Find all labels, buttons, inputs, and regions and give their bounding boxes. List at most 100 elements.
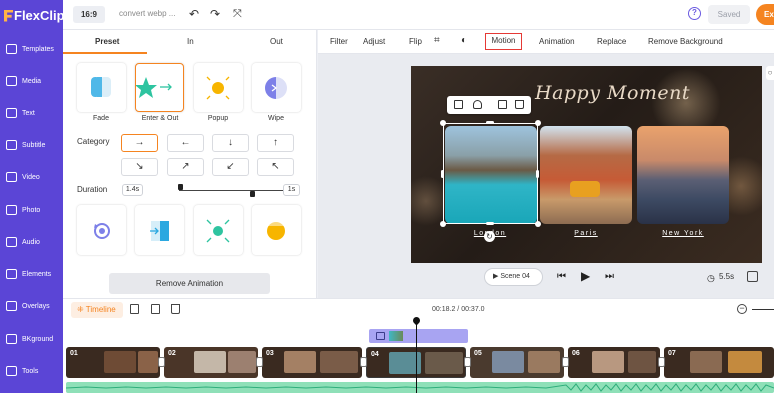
photo-paris[interactable] [540,126,632,224]
replace-button[interactable]: Replace [597,37,626,46]
timeline-clip[interactable]: 01 [66,347,160,378]
resize-handle-right[interactable] [536,170,539,178]
overlay-track-clip[interactable] [369,329,468,343]
animation-card-rotate[interactable] [77,205,126,255]
caption-paris[interactable]: Paris [540,230,632,237]
timeline-clip[interactable]: 06 [568,347,660,378]
rotate-handle-icon[interactable]: ↻ [484,231,495,242]
timeline-clip[interactable]: 05 [470,347,564,378]
crop-icon[interactable]: ⌗ [434,35,440,46]
saved-button[interactable]: Saved [708,5,750,24]
sidebar-item-photo[interactable]: Photo [0,196,63,224]
animation-card-popup[interactable] [194,63,243,112]
animation-button[interactable]: Animation [539,37,575,46]
animation-card-slide-in[interactable] [135,205,184,255]
previous-icon[interactable]: ⏮ [557,272,566,282]
direction-down-button[interactable]: ↓ [212,134,249,152]
photo-new-york[interactable] [637,126,729,224]
sidebar-item-text[interactable]: Text [0,99,63,127]
play-icon[interactable]: ▶ [581,270,590,282]
remove-animation-button[interactable]: Remove Animation [109,273,270,294]
export-button[interactable]: Ex [756,4,774,25]
direction-right-button[interactable]: → [121,134,158,152]
animation-card-expand[interactable] [194,205,243,255]
transition-marker[interactable] [158,357,165,367]
direction-down-right-button[interactable]: ↘ [121,158,158,176]
tab-out[interactable]: Out [270,37,283,46]
duration-end-handle[interactable] [250,191,255,197]
direction-left-button[interactable]: ← [167,134,204,152]
duration-start-handle[interactable] [178,184,183,190]
flip-button[interactable]: Flip [409,37,422,46]
duplicate-icon[interactable] [498,100,507,109]
timeline-clip[interactable]: 07 [664,347,774,378]
help-icon[interactable]: ? [688,7,701,20]
audio-track[interactable] [66,382,774,393]
copy-icon[interactable] [151,304,160,314]
sidebar-item-audio[interactable]: Audio [0,228,63,256]
transition-marker[interactable] [464,357,471,367]
align-icon[interactable] [454,100,463,109]
zoom-out-icon[interactable]: − [737,304,747,314]
project-name[interactable]: convert webp ... [119,9,175,18]
logo[interactable]: FlexClip [4,8,65,23]
aspect-ratio-button[interactable]: 16:9 [73,6,105,23]
timeline-button[interactable]: ⁜ Timeline [71,302,123,318]
trash-icon[interactable] [171,304,180,314]
sidebar-item-media[interactable]: Media [0,67,63,95]
tab-preset[interactable]: Preset [95,37,119,46]
delete-icon[interactable] [515,100,524,109]
remove-background-button[interactable]: Remove Background [648,37,723,46]
layers-icon[interactable] [473,100,482,109]
direction-down-left-button[interactable]: ↙ [212,158,249,176]
duration-slider-track[interactable] [179,190,288,191]
resize-handle-top[interactable] [486,121,494,124]
resize-handle-bottom[interactable] [486,222,494,225]
animation-card-drop[interactable] [252,205,301,255]
fullscreen-icon[interactable] [747,271,758,282]
filter-button[interactable]: Filter [330,37,348,46]
animation-card-enter-out[interactable] [135,63,184,112]
resize-handle-bottom-right[interactable] [535,221,541,227]
adjust-button[interactable]: Adjust [363,37,385,46]
animation-card-wipe[interactable] [252,63,301,112]
resize-handle-left[interactable] [441,170,444,178]
transition-marker[interactable] [360,357,367,367]
animation-card-fade[interactable] [77,63,126,112]
motion-button[interactable]: Motion [485,33,522,50]
timeline-clip[interactable]: 03 [262,347,362,378]
scene-duration[interactable]: 5.5s [719,272,734,281]
transition-marker[interactable] [256,357,263,367]
direction-up-left-button[interactable]: ↖ [257,158,294,176]
sidebar-item-bkground[interactable]: BKground [0,325,63,353]
caption-new-york[interactable]: New York [637,230,729,237]
fit-screen-icon[interactable]: ⤧ [233,7,242,21]
sidebar-item-overlays[interactable]: Overlays [0,292,63,320]
sidebar-item-video[interactable]: Video [0,163,63,191]
sidebar-item-tools[interactable]: Tools [0,357,63,385]
tab-in[interactable]: In [187,37,194,46]
zoom-slider[interactable] [752,309,774,310]
redo-icon[interactable]: ↷ [210,7,220,21]
sidebar-item-subtitle[interactable]: Subtitle [0,131,63,159]
playhead[interactable] [416,320,418,393]
video-title-text[interactable]: Happy Moment [535,82,690,104]
timeline-clip[interactable]: 02 [164,347,258,378]
resize-handle-top-right[interactable] [535,120,541,126]
color-icon[interactable]: ◐ [461,35,467,46]
duration-start-input[interactable]: 1.4s [122,184,143,196]
transition-marker[interactable] [658,357,665,367]
scene-selector[interactable]: ▶ Scene 04 [484,268,543,286]
sidebar-item-elements[interactable]: Elements [0,260,63,288]
selection-box[interactable] [443,123,538,224]
duration-end-input[interactable]: 1s [283,184,300,196]
next-icon[interactable]: ⏭ [605,272,614,282]
transition-marker[interactable] [562,357,569,367]
direction-up-button[interactable]: ↑ [257,134,294,152]
undo-icon[interactable]: ↶ [189,7,199,21]
sidebar-item-templates[interactable]: Templates [0,35,63,63]
split-icon[interactable] [130,304,139,314]
side-panel-toggle[interactable]: ○ [766,66,774,80]
resize-handle-bottom-left[interactable] [440,221,446,227]
resize-handle-top-left[interactable] [440,120,446,126]
